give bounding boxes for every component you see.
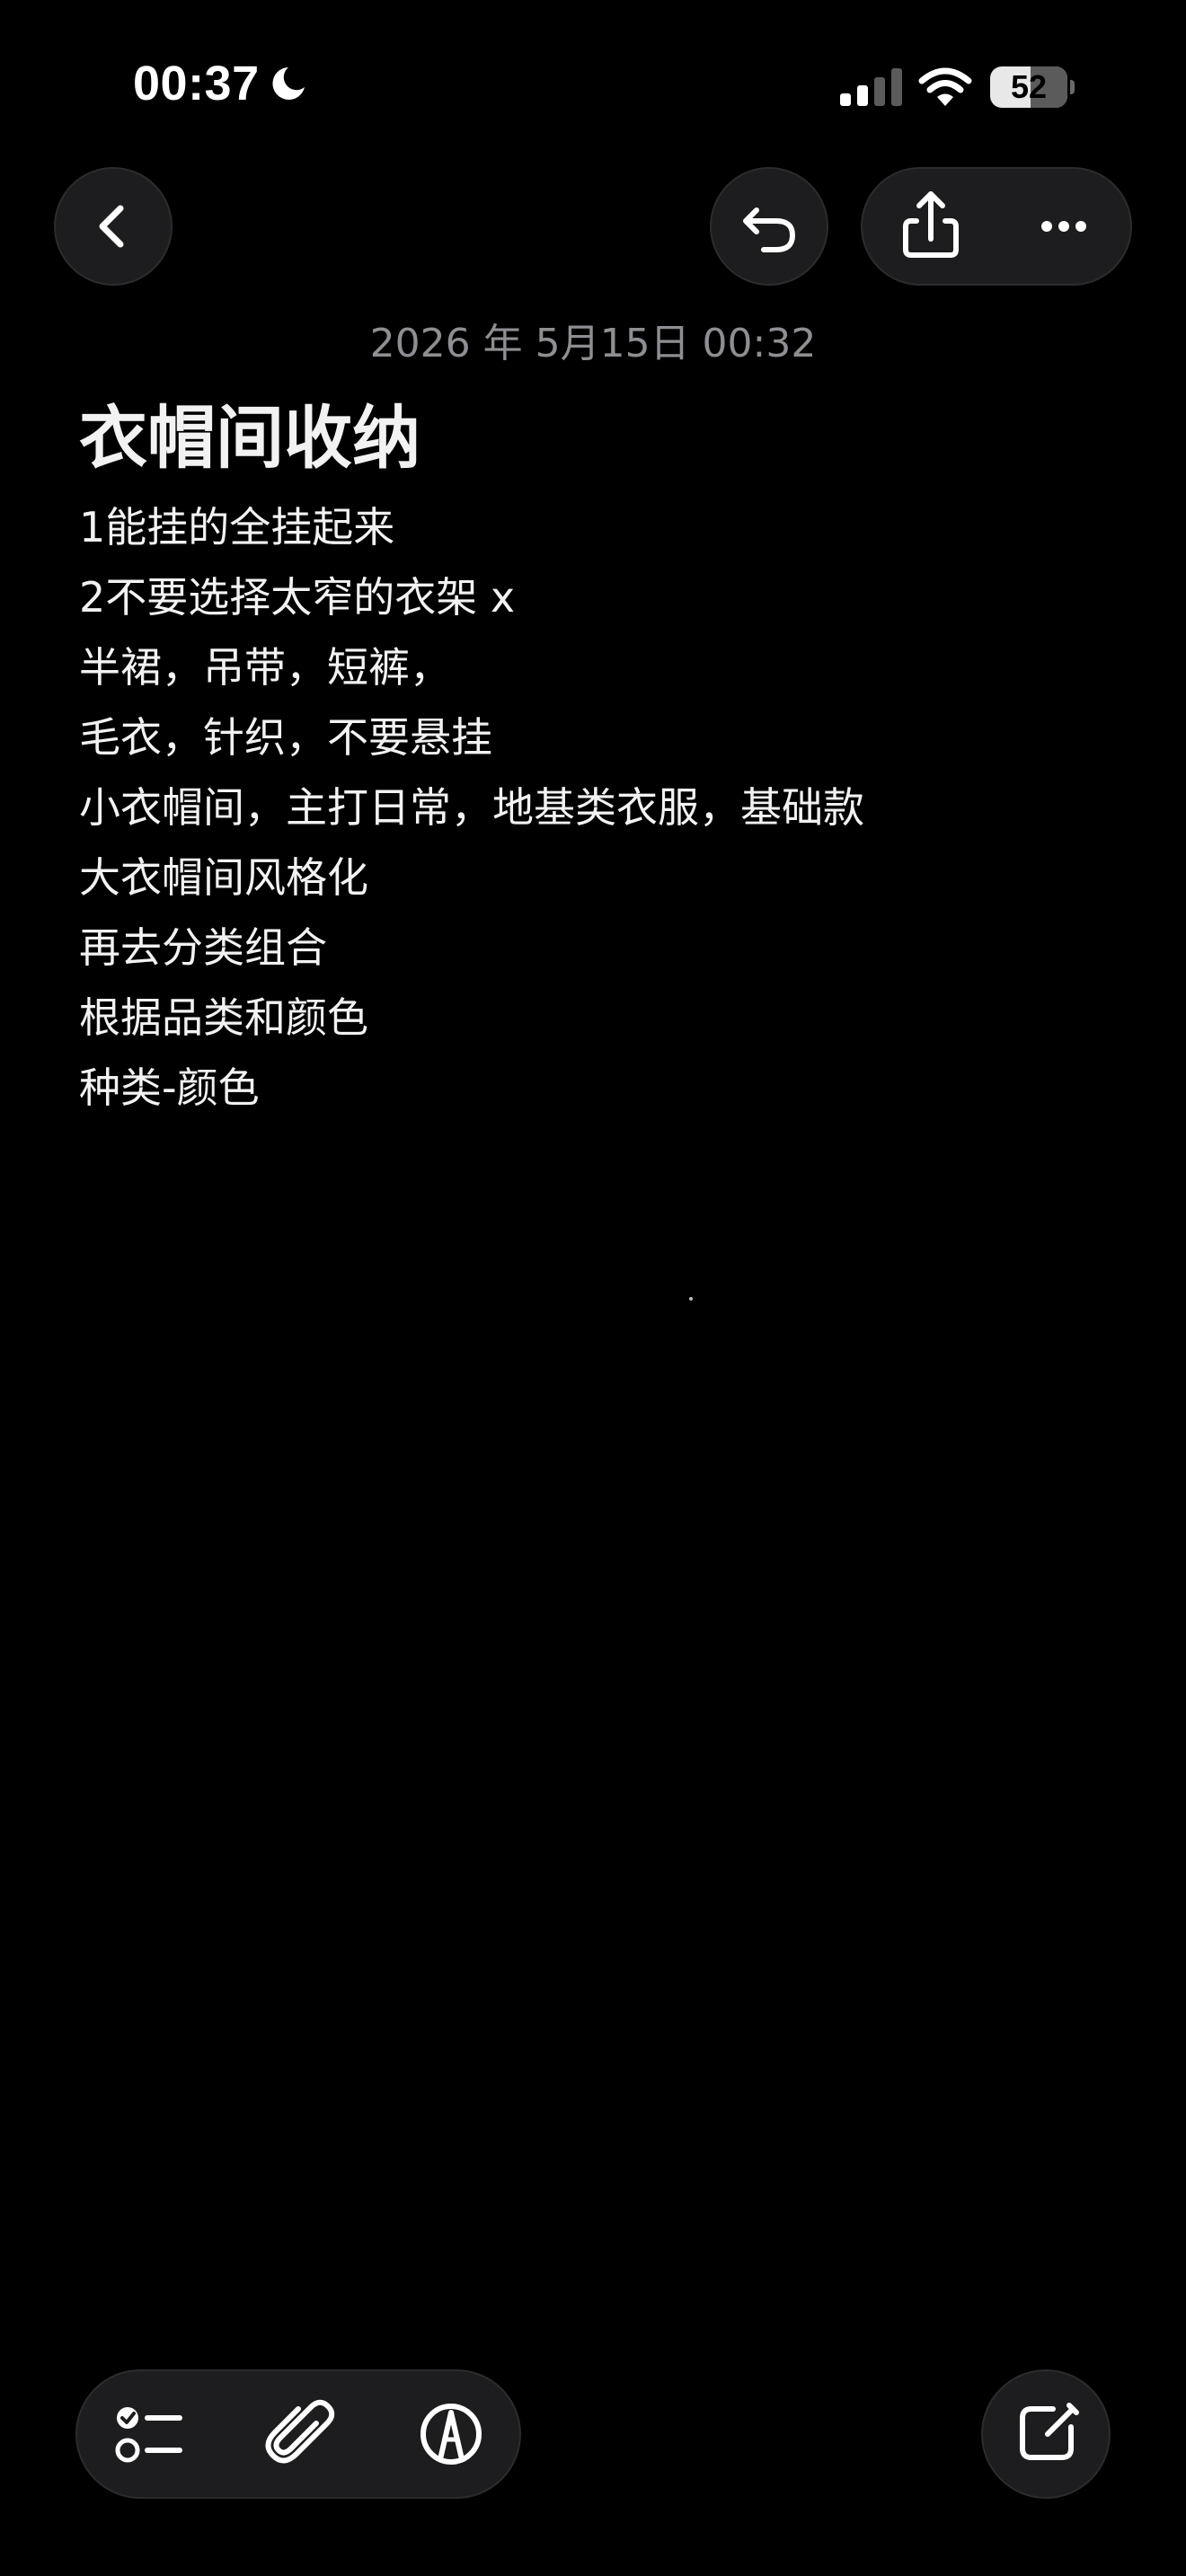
checklist-icon <box>115 2407 182 2463</box>
ellipsis-icon <box>1041 221 1086 232</box>
chevron-left-icon <box>99 205 124 248</box>
battery-level: 52 <box>1010 68 1048 105</box>
compose-button[interactable] <box>981 2369 1111 2499</box>
note-actions-group <box>861 167 1132 286</box>
more-button[interactable] <box>998 169 1130 284</box>
share-button[interactable] <box>863 169 998 284</box>
back-button[interactable] <box>54 167 173 286</box>
note-line[interactable]: 再去分类组合 <box>79 913 1121 983</box>
paperclip-icon <box>265 2399 335 2464</box>
note-line[interactable]: 种类-颜色 <box>79 1053 1121 1123</box>
battery-indicator: 52 <box>990 66 1075 108</box>
note-title[interactable]: 衣帽间收纳 <box>79 383 420 481</box>
share-icon <box>903 191 959 258</box>
undo-button[interactable] <box>710 167 828 286</box>
note-line[interactable]: 1能挂的全挂起来 <box>79 492 1121 562</box>
note-body[interactable]: 1能挂的全挂起来 2不要选择太窄的衣架 x 半裙，吊带，短裤， 毛衣，针织，不要… <box>79 492 1121 1123</box>
checklist-button[interactable] <box>77 2371 221 2497</box>
undo-icon <box>743 207 795 252</box>
attachment-button[interactable] <box>228 2371 372 2497</box>
battery-nub <box>1070 80 1075 94</box>
markup-button[interactable] <box>379 2371 523 2497</box>
status-bar: 00:37 52 <box>0 0 1186 171</box>
wifi-icon <box>918 67 972 106</box>
note-line[interactable]: 半裙，吊带，短裤， <box>79 632 1121 702</box>
moon-icon <box>272 67 305 100</box>
compose-icon <box>1020 2403 1079 2460</box>
note-line[interactable]: 毛衣，针织，不要悬挂 <box>79 702 1121 772</box>
status-time: 00:37 <box>133 57 260 110</box>
battery-icon: 52 <box>990 66 1067 108</box>
note-line[interactable]: 大衣帽间风格化 <box>79 842 1121 913</box>
note-line[interactable]: 2不要选择太窄的衣架 x <box>79 562 1121 632</box>
status-time-group: 00:37 <box>133 56 308 111</box>
markup-pen-icon <box>420 2404 482 2465</box>
text-cursor-dot <box>689 1297 693 1301</box>
note-line[interactable]: 小衣帽间，主打日常，地基类衣服，基础款 <box>79 772 1121 842</box>
cellular-signal-icon <box>840 68 902 106</box>
note-date: 2026 年 5月15日 00:32 <box>369 321 817 366</box>
note-line[interactable]: 根据品类和颜色 <box>79 983 1121 1053</box>
bottom-tools-group <box>75 2369 521 2499</box>
